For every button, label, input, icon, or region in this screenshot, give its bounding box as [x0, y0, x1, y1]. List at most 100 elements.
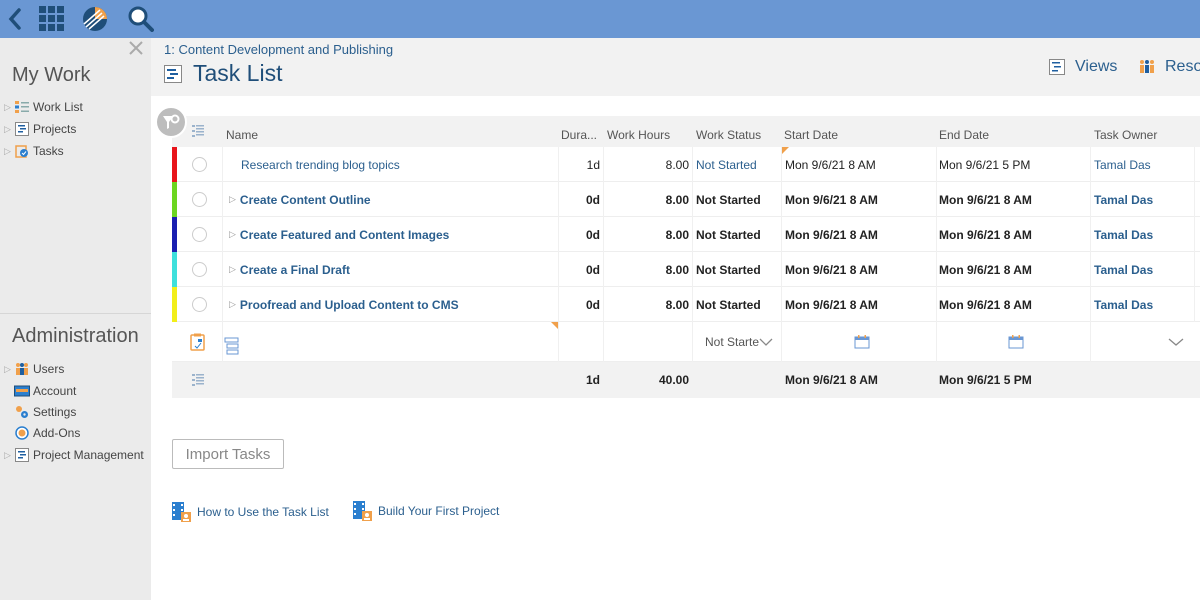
work-hours-cell[interactable]: 8.00: [603, 147, 689, 182]
table-row[interactable]: ▷ Create a Final Draft 0d 8.00 Not Started Mo…: [172, 252, 1200, 287]
work-hours-cell[interactable]: 8.00: [603, 217, 689, 252]
help-link-first-project[interactable]: Build Your First Project: [353, 501, 499, 521]
sidebar-item-project-management[interactable]: ▷ Project Management: [4, 446, 144, 464]
start-date-cell[interactable]: Mon 9/6/21 8 AM: [785, 147, 876, 182]
sidebar-item-users[interactable]: ▷ Users: [4, 360, 64, 378]
expand-icon[interactable]: ▷: [4, 364, 14, 375]
end-date-cell[interactable]: Mon 9/6/21 8 AM: [939, 182, 1032, 217]
table-row[interactable]: ▷ Create Content Outline 0d 8.00 Not Started…: [172, 182, 1200, 217]
expand-icon[interactable]: ▷: [229, 299, 236, 310]
total-start-date: Mon 9/6/21 8 AM: [785, 373, 878, 387]
sidebar-item-projects[interactable]: ▷ Projects: [4, 120, 76, 138]
task-owner-cell[interactable]: Tamal Das: [1094, 147, 1151, 182]
sidebar-item-account[interactable]: Account: [4, 382, 76, 400]
work-status-cell[interactable]: Not Started: [696, 147, 757, 182]
task-name-cell[interactable]: ▷ Create a Final Draft: [229, 252, 350, 287]
search-button[interactable]: [126, 4, 156, 34]
add-task-button[interactable]: [190, 322, 206, 362]
expand-icon[interactable]: ▷: [4, 102, 14, 113]
task-name-cell[interactable]: ▷ Create Content Outline: [229, 182, 371, 217]
expand-icon[interactable]: ▷: [229, 194, 236, 205]
table-row[interactable]: ▷ Create Featured and Content Images 0d 8.0…: [172, 217, 1200, 252]
start-date-cell[interactable]: Mon 9/6/21 8 AM: [785, 287, 878, 322]
task-complete-toggle[interactable]: [192, 192, 207, 207]
sidebar-item-add-ons[interactable]: Add-Ons: [4, 424, 80, 442]
work-hours-cell[interactable]: 8.00: [603, 252, 689, 287]
work-hours-cell[interactable]: 8.00: [603, 287, 689, 322]
task-owner-select[interactable]: [1168, 322, 1184, 362]
work-hours-cell[interactable]: 8.00: [603, 182, 689, 217]
task-name[interactable]: Create Featured and Content Images: [240, 228, 449, 242]
duration-cell[interactable]: 1d: [558, 147, 600, 182]
start-date-cell[interactable]: Mon 9/6/21 8 AM: [785, 217, 878, 252]
start-date-cell[interactable]: Mon 9/6/21 8 AM: [785, 182, 878, 217]
expand-icon[interactable]: ▷: [229, 264, 236, 275]
sidebar-item-work-list[interactable]: ▷ Work List: [4, 98, 83, 116]
task-name[interactable]: Research trending blog topics: [241, 158, 400, 172]
column-header-start-date[interactable]: Start Date: [784, 128, 838, 142]
task-name[interactable]: Create Content Outline: [240, 193, 371, 207]
back-button[interactable]: [4, 4, 26, 34]
start-date-picker[interactable]: [854, 322, 870, 362]
work-status-cell[interactable]: Not Started: [696, 182, 761, 217]
sidebar-item-tasks[interactable]: ▷ Tasks: [4, 142, 64, 160]
expand-icon[interactable]: ▷: [4, 124, 14, 135]
table-row[interactable]: Research trending blog topics 1d 8.00 Not S…: [172, 147, 1200, 182]
close-icon: [129, 41, 143, 55]
task-list-icon: [164, 65, 182, 86]
end-date-picker[interactable]: [1008, 322, 1024, 362]
resources-button[interactable]: Reso: [1139, 58, 1200, 76]
task-complete-toggle[interactable]: [192, 227, 207, 242]
task-complete-toggle[interactable]: [192, 297, 207, 312]
sidebar-item-settings[interactable]: Settings: [4, 403, 76, 421]
start-date-cell[interactable]: Mon 9/6/21 8 AM: [785, 252, 878, 287]
column-header-work-status[interactable]: Work Status: [696, 128, 761, 142]
column-header-duration[interactable]: Dura...: [561, 128, 597, 142]
work-status-select[interactable]: Not Starte: [705, 322, 773, 362]
end-date-cell[interactable]: Mon 9/6/21 5 PM: [939, 147, 1030, 182]
app-grid-button[interactable]: [38, 4, 66, 34]
task-owner-cell[interactable]: Tamal Das: [1094, 287, 1153, 322]
task-complete-toggle[interactable]: [192, 157, 207, 172]
task-name[interactable]: Proofread and Upload Content to CMS: [240, 298, 459, 312]
task-name-cell[interactable]: ▷ Create Featured and Content Images: [229, 217, 449, 252]
import-tasks-button[interactable]: Import Tasks: [172, 439, 284, 469]
duration-cell[interactable]: 0d: [558, 182, 600, 217]
task-owner-cell[interactable]: Tamal Das: [1094, 252, 1153, 287]
expand-icon[interactable]: ▷: [4, 146, 14, 157]
task-name[interactable]: Create a Final Draft: [240, 263, 350, 277]
task-owner-cell[interactable]: Tamal Das: [1094, 182, 1153, 217]
column-header-name[interactable]: Name: [226, 128, 258, 142]
add-summary-button[interactable]: [224, 326, 240, 366]
help-link-task-list[interactable]: How to Use the Task List: [172, 502, 329, 522]
duration-cell[interactable]: 0d: [558, 217, 600, 252]
task-name-cell[interactable]: ▷ Proofread and Upload Content to CMS: [229, 287, 459, 322]
table-row[interactable]: ▷ Proofread and Upload Content to CMS 0d 8.…: [172, 287, 1200, 322]
back-icon: [8, 8, 21, 30]
row-options-icon[interactable]: [192, 125, 204, 140]
column-header-task-owner[interactable]: Task Owner: [1094, 128, 1157, 142]
expand-icon[interactable]: ▷: [229, 229, 236, 240]
filter-settings-button[interactable]: [155, 106, 187, 138]
help-link-label: Build Your First Project: [378, 504, 500, 518]
expand-icon[interactable]: ▷: [4, 450, 14, 461]
total-work-hours: 40.00: [658, 373, 689, 387]
end-date-cell[interactable]: Mon 9/6/21 8 AM: [939, 252, 1032, 287]
breadcrumb[interactable]: 1: Content Development and Publishing: [164, 42, 393, 57]
views-button[interactable]: Views: [1049, 58, 1117, 76]
column-header-work-hours[interactable]: Work Hours: [607, 128, 670, 142]
end-date-cell[interactable]: Mon 9/6/21 8 AM: [939, 217, 1032, 252]
task-name-cell[interactable]: Research trending blog topics: [241, 147, 400, 182]
top-bar: [0, 0, 1200, 38]
end-date-cell[interactable]: Mon 9/6/21 8 AM: [939, 287, 1032, 322]
work-status-cell[interactable]: Not Started: [696, 217, 761, 252]
close-sidebar-button[interactable]: [128, 40, 144, 56]
work-status-cell[interactable]: Not Started: [696, 287, 761, 322]
task-complete-toggle[interactable]: [192, 262, 207, 277]
task-owner-cell[interactable]: Tamal Das: [1094, 217, 1153, 252]
duration-cell[interactable]: 0d: [558, 252, 600, 287]
duration-cell[interactable]: 0d: [558, 287, 600, 322]
app-logo[interactable]: [80, 4, 110, 34]
column-header-end-date[interactable]: End Date: [939, 128, 989, 142]
work-status-cell[interactable]: Not Started: [696, 252, 761, 287]
